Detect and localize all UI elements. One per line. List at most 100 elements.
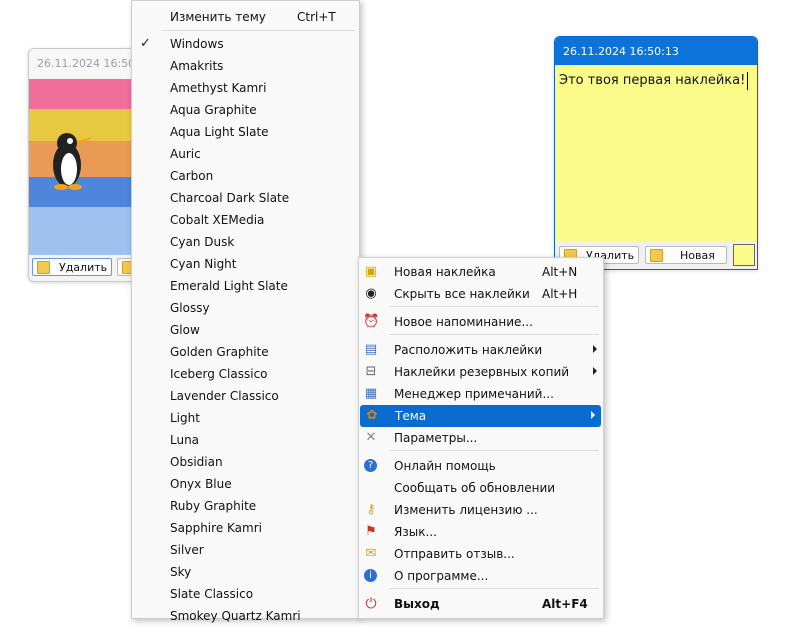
theme-item-lavender-classico[interactable]: Lavender Classico [132, 385, 359, 407]
menu-item-label: Онлайн помощь [394, 459, 496, 473]
theme-item-label: Auric [170, 147, 201, 161]
menu-item-label: Изменить лицензию ... [394, 503, 538, 517]
menu-separator [389, 334, 599, 335]
theme-item-sapphire-kamri[interactable]: Sapphire Kamri [132, 517, 359, 539]
menu-item-arrange[interactable]: ▤ Расположить наклейки [359, 339, 603, 361]
theme-item-label: Smokey Quartz Kamri [170, 609, 301, 623]
delete-button[interactable]: Удалить [32, 258, 112, 276]
theme-item-amakrits[interactable]: Amakrits [132, 55, 359, 77]
theme-item-aqua-graphite[interactable]: Aqua Graphite [132, 99, 359, 121]
sticky-note-right[interactable]: 26.11.2024 16:50:13 Это твоя первая накл… [554, 36, 758, 270]
menu-separator [389, 450, 599, 451]
theme-item-label: Slate Classico [170, 587, 254, 601]
theme-item-label: Glow [170, 323, 200, 337]
menu-item-tools[interactable]: ✕ Параметры... [359, 427, 603, 449]
theme-item-golden-graphite[interactable]: Golden Graphite [132, 341, 359, 363]
context-menu: ▣ Новая наклейка Alt+N ◉ Скрыть все наклейки… [358, 257, 604, 619]
clock-icon: ⏰ [363, 314, 380, 329]
note-header[interactable]: 26.11.2024 16:50:13 [555, 37, 757, 65]
menu-item-flag[interactable]: ⚑ Язык... [359, 521, 603, 543]
theme-item-label: Golden Graphite [170, 345, 269, 359]
flag-icon: ⚑ [365, 524, 377, 539]
note-timestamp: 26.11.2024 16:50:13 [563, 45, 679, 58]
theme-item-iceberg-classico[interactable]: Iceberg Classico [132, 363, 359, 385]
theme-item-auric[interactable]: Auric [132, 143, 359, 165]
theme-item-cobalt-xemedia[interactable]: Cobalt XEMedia [132, 209, 359, 231]
theme-item-label: Silver [170, 543, 204, 557]
menu-item-info[interactable]: i О программе... [359, 565, 603, 587]
menu-item-label: Наклейки резервных копий [394, 365, 570, 379]
menu-item-label: Сообщать об обновлении [394, 481, 556, 495]
checkmark-icon: ✓ [140, 36, 151, 51]
theme-item-emerald-light-slate[interactable]: Emerald Light Slate [132, 275, 359, 297]
menu-item-label: Язык... [394, 525, 437, 539]
menu-separator [162, 30, 355, 31]
arrange-icon: ▤ [364, 342, 378, 357]
menu-item-hide-eye[interactable]: ◉ Скрыть все наклейки Alt+H [359, 283, 603, 305]
theme-item-label: Aqua Graphite [170, 103, 257, 117]
menu-item-power[interactable]: ⏻ Выход Alt+F4 [359, 593, 603, 615]
info-icon: i [364, 569, 377, 582]
theme-item-label: Onyx Blue [170, 477, 232, 491]
menu-item-key[interactable]: ⚷ Изменить лицензию ... [359, 499, 603, 521]
theme-item-smokey-quartz-kamri[interactable]: Smokey Quartz Kamri [132, 605, 359, 627]
theme-item-slate-classico[interactable]: Slate Classico [132, 583, 359, 605]
new-note-icon [650, 249, 663, 262]
theme-item-aqua-light-slate[interactable]: Aqua Light Slate [132, 121, 359, 143]
menu-item-shortcut: Alt+F4 [542, 597, 588, 611]
submenu-arrow-icon [593, 367, 597, 375]
menu-item-label: Менеджер примечаний... [394, 387, 554, 401]
menu-item-label: Отправить отзыв... [394, 547, 515, 561]
theme-item-label: Obsidian [170, 455, 223, 469]
theme-item-charcoal-dark-slate[interactable]: Charcoal Dark Slate [132, 187, 359, 209]
tools-icon: ✕ [365, 430, 377, 445]
menu-item-label: Скрыть все наклейки [394, 287, 530, 301]
help-icon: ? [364, 459, 377, 472]
theme-item-glow[interactable]: Glow [132, 319, 359, 341]
menu-item-help[interactable]: ? Онлайн помощь [359, 455, 603, 477]
theme-item-label: Aqua Light Slate [170, 125, 269, 139]
menu-item-label: Новая наклейка [394, 265, 496, 279]
hide-eye-icon: ◉ [365, 286, 377, 301]
menu-item-manager[interactable]: ▦ Менеджер примечаний... [359, 383, 603, 405]
theme-item-windows[interactable]: ✓ Windows [132, 33, 359, 55]
theme-submenu: Изменить тему Ctrl+T ✓ Windows Amakrits Ame… [131, 0, 360, 623]
menu-item-label: Выход [394, 597, 440, 611]
theme-item-obsidian[interactable]: Obsidian [132, 451, 359, 473]
menu-separator [389, 306, 599, 307]
color-picker[interactable] [733, 244, 755, 266]
envelope-icon: ✉ [365, 546, 377, 561]
theme-item-cyan-night[interactable]: Cyan Night [132, 253, 359, 275]
theme-item-silver[interactable]: Silver [132, 539, 359, 561]
theme-item-carbon[interactable]: Carbon [132, 165, 359, 187]
theme-item-cyan-dusk[interactable]: Cyan Dusk [132, 231, 359, 253]
theme-item-onyx-blue[interactable]: Onyx Blue [132, 473, 359, 495]
menu-item-clock[interactable]: ⏰ Новое напоминание... [359, 311, 603, 333]
theme-item-label: Charcoal Dark Slate [170, 191, 290, 205]
menu-item-label: Расположить наклейки [394, 343, 543, 357]
submenu-arrow-icon [591, 411, 595, 419]
menu-item-change-theme[interactable]: Изменить тему Ctrl+T [132, 6, 359, 28]
new-button[interactable]: Новая [645, 246, 727, 264]
theme-item-luna[interactable]: Luna [132, 429, 359, 451]
note-text-area[interactable]: Это твоя первая наклейка! [555, 65, 757, 241]
theme-item-ruby-graphite[interactable]: Ruby Graphite [132, 495, 359, 517]
menu-item-palette[interactable]: ✿ Тема [360, 405, 601, 427]
theme-item-label: Glossy [170, 301, 210, 315]
menu-item-backup[interactable]: ⊟ Наклейки резервных копий [359, 361, 603, 383]
theme-item-light[interactable]: Light [132, 407, 359, 429]
theme-item-label: Iceberg Classico [170, 367, 268, 381]
delete-icon [37, 261, 50, 274]
backup-icon: ⊟ [365, 364, 377, 379]
theme-item-glossy[interactable]: Glossy [132, 297, 359, 319]
menu-item-label: Тема [395, 409, 427, 423]
menu-item-envelope[interactable]: ✉ Отправить отзыв... [359, 543, 603, 565]
theme-item-amethyst-kamri[interactable]: Amethyst Kamri [132, 77, 359, 99]
manager-icon: ▦ [364, 386, 378, 401]
palette-icon: ✿ [366, 408, 378, 423]
menu-item-new-note[interactable]: ▣ Новая наклейка Alt+N [359, 261, 603, 283]
penguin-image [53, 133, 93, 190]
theme-item-label: Cyan Night [170, 257, 237, 271]
menu-item-none[interactable]: Сообщать об обновлении [359, 477, 603, 499]
theme-item-sky[interactable]: Sky [132, 561, 359, 583]
